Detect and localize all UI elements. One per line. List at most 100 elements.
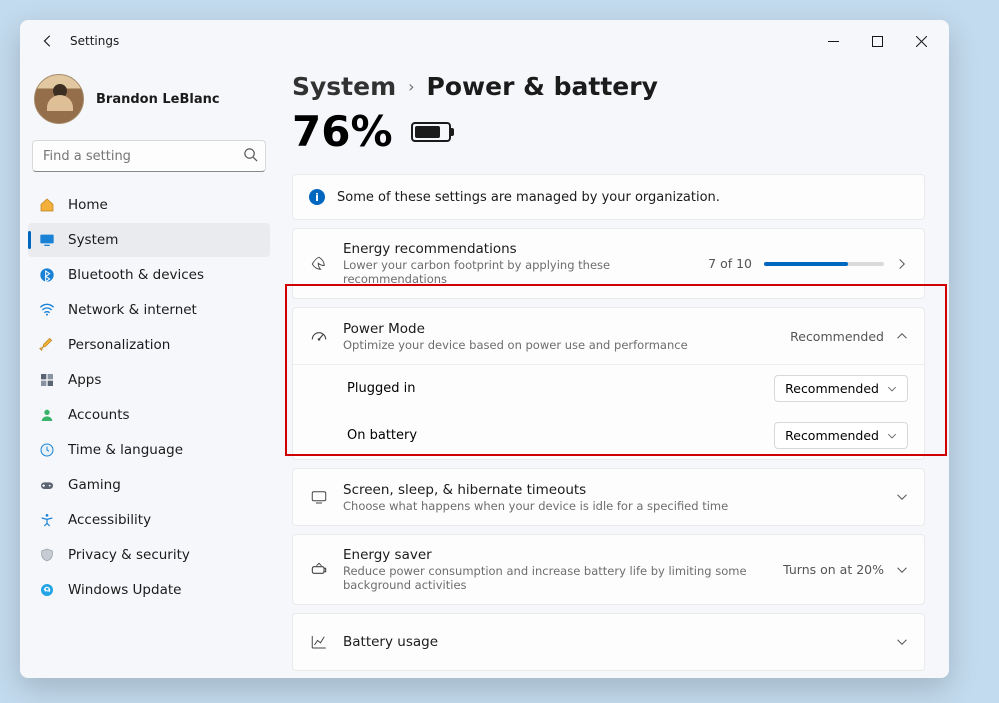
sidebar-item-personalization[interactable]: Personalization xyxy=(28,328,270,362)
energy-saver-icon xyxy=(309,560,329,580)
chevron-down-icon xyxy=(896,491,908,503)
chevron-down-icon xyxy=(896,564,908,576)
back-button[interactable] xyxy=(34,27,62,55)
power-mode-desc: Optimize your device based on power use … xyxy=(343,338,776,352)
sidebar: Brandon LeBlanc Home System Bluetooth & de… xyxy=(20,62,278,678)
page-title: Power & battery xyxy=(427,72,658,101)
battery-level: 76% xyxy=(292,107,925,156)
chevron-down-icon xyxy=(896,636,908,648)
energy-saver-desc: Reduce power consumption and increase ba… xyxy=(343,564,769,592)
chevron-right-icon: › xyxy=(408,77,414,96)
sidebar-item-gaming[interactable]: Gaming xyxy=(28,468,270,502)
energy-saver-status: Turns on at 20% xyxy=(783,562,884,577)
energy-saver-panel[interactable]: Energy saver Reduce power consumption an… xyxy=(292,534,925,605)
network-icon xyxy=(38,301,56,319)
power-mode-badge: Recommended xyxy=(790,329,884,344)
profile[interactable]: Brandon LeBlanc xyxy=(28,64,270,130)
screen-icon xyxy=(309,488,329,506)
sidebar-item-label: Bluetooth & devices xyxy=(68,267,204,283)
info-icon: i xyxy=(309,189,325,205)
energy-rec-title: Energy recommendations xyxy=(343,241,694,257)
screen-sleep-desc: Choose what happens when your device is … xyxy=(343,499,882,513)
sidebar-item-system[interactable]: System xyxy=(28,223,270,257)
energy-rec-progress xyxy=(764,262,884,266)
battery-icon xyxy=(411,122,451,142)
sidebar-item-accessibility[interactable]: Accessibility xyxy=(28,503,270,537)
sidebar-item-label: Accessibility xyxy=(68,512,151,528)
screen-sleep-panel[interactable]: Screen, sleep, & hibernate timeouts Choo… xyxy=(292,468,925,526)
sidebar-item-label: Gaming xyxy=(68,477,121,493)
sidebar-item-label: System xyxy=(68,232,118,248)
breadcrumb-parent[interactable]: System xyxy=(292,72,396,101)
sidebar-item-bluetooth[interactable]: Bluetooth & devices xyxy=(28,258,270,292)
user-name: Brandon LeBlanc xyxy=(96,92,220,107)
apps-icon xyxy=(38,371,56,389)
chevron-down-icon xyxy=(887,431,897,441)
org-notice-panel: i Some of these settings are managed by … xyxy=(292,174,925,220)
sidebar-item-label: Network & internet xyxy=(68,302,197,318)
sidebar-item-label: Personalization xyxy=(68,337,170,353)
system-icon xyxy=(38,231,56,249)
energy-rec-desc: Lower your carbon footprint by applying … xyxy=(343,258,694,286)
speedometer-icon xyxy=(309,326,329,346)
bluetooth-icon xyxy=(38,266,56,284)
gaming-icon xyxy=(38,476,56,494)
sidebar-item-network[interactable]: Network & internet xyxy=(28,293,270,327)
sidebar-item-label: Home xyxy=(68,197,108,213)
accessibility-icon xyxy=(38,511,56,529)
screen-sleep-title: Screen, sleep, & hibernate timeouts xyxy=(343,482,882,498)
chart-icon xyxy=(309,633,329,651)
sidebar-item-time[interactable]: Time & language xyxy=(28,433,270,467)
accounts-icon xyxy=(38,406,56,424)
sidebar-item-label: Time & language xyxy=(68,442,183,458)
org-notice-text: Some of these settings are managed by yo… xyxy=(337,190,720,205)
settings-window: Settings Brandon LeBlanc Home System Bluet… xyxy=(20,20,949,678)
on-battery-select[interactable]: Recommended xyxy=(774,422,908,449)
avatar xyxy=(34,74,84,124)
on-battery-label: On battery xyxy=(347,428,774,443)
energy-saver-title: Energy saver xyxy=(343,547,769,563)
nav: Home System Bluetooth & devices Network & i… xyxy=(28,188,270,607)
titlebar: Settings xyxy=(20,20,949,62)
sidebar-item-label: Privacy & security xyxy=(68,547,190,563)
personalization-icon xyxy=(38,336,56,354)
battery-usage-title: Battery usage xyxy=(343,634,882,650)
home-icon xyxy=(38,196,56,214)
main: System › Power & battery 76% i Some of t… xyxy=(278,62,949,678)
power-mode-panel: Power Mode Optimize your device based on… xyxy=(292,307,925,460)
update-icon xyxy=(38,581,56,599)
sidebar-item-home[interactable]: Home xyxy=(28,188,270,222)
sidebar-item-label: Accounts xyxy=(68,407,130,423)
energy-recommendations-panel[interactable]: Energy recommendations Lower your carbon… xyxy=(292,228,925,299)
chevron-down-icon xyxy=(887,384,897,394)
sidebar-item-update[interactable]: Windows Update xyxy=(28,573,270,607)
search-input[interactable] xyxy=(32,140,266,172)
plugged-in-row: Plugged in Recommended xyxy=(293,365,924,412)
window-controls xyxy=(811,26,943,56)
sidebar-item-apps[interactable]: Apps xyxy=(28,363,270,397)
sidebar-item-label: Windows Update xyxy=(68,582,181,598)
energy-rec-count: 7 of 10 xyxy=(708,256,752,271)
battery-percent: 76% xyxy=(292,107,393,156)
leaf-icon xyxy=(309,255,329,273)
minimize-button[interactable] xyxy=(811,26,855,56)
plugged-in-select[interactable]: Recommended xyxy=(774,375,908,402)
chevron-up-icon xyxy=(896,330,908,342)
sidebar-item-privacy[interactable]: Privacy & security xyxy=(28,538,270,572)
on-battery-row: On battery Recommended xyxy=(293,412,924,459)
breadcrumb: System › Power & battery xyxy=(292,72,925,101)
power-mode-header[interactable]: Power Mode Optimize your device based on… xyxy=(293,308,924,364)
app-title: Settings xyxy=(70,34,119,48)
maximize-button[interactable] xyxy=(855,26,899,56)
sidebar-item-accounts[interactable]: Accounts xyxy=(28,398,270,432)
search-icon xyxy=(243,147,258,162)
close-button[interactable] xyxy=(899,26,943,56)
power-mode-title: Power Mode xyxy=(343,321,776,337)
privacy-icon xyxy=(38,546,56,564)
sidebar-item-label: Apps xyxy=(68,372,101,388)
chevron-right-icon xyxy=(896,258,908,270)
search xyxy=(32,140,266,172)
plugged-in-label: Plugged in xyxy=(347,381,774,396)
time-icon xyxy=(38,441,56,459)
battery-usage-panel[interactable]: Battery usage xyxy=(292,613,925,671)
